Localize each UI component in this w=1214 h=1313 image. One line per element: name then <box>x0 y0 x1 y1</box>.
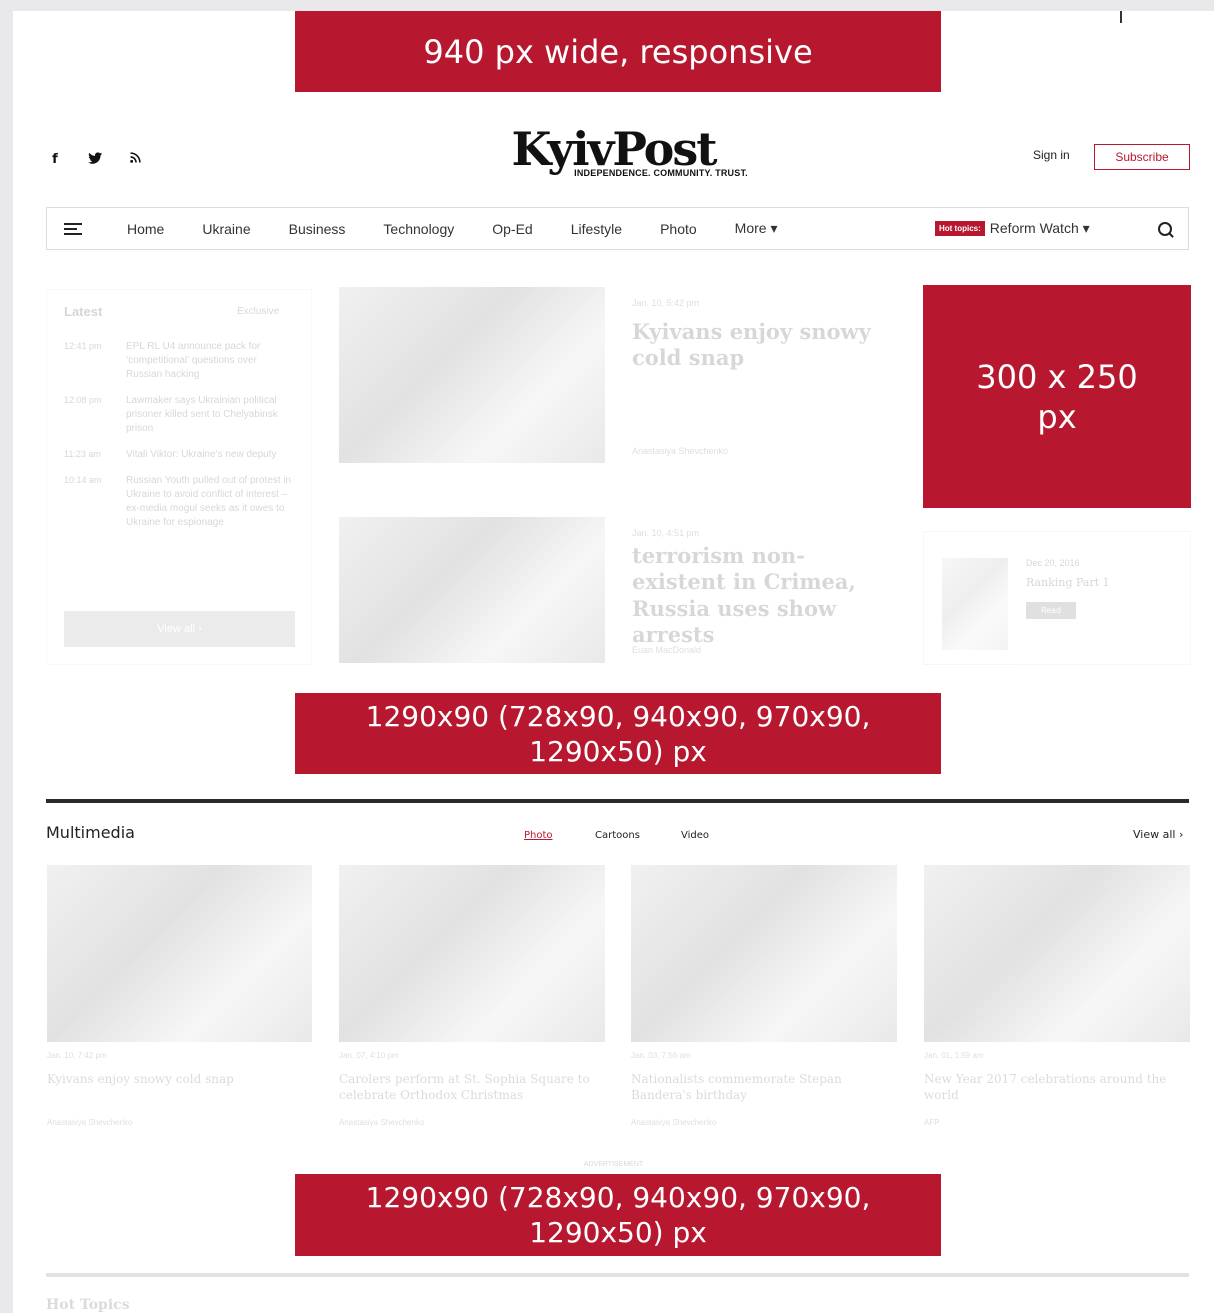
leaderboard-1-line-2: 1290x50) px <box>529 734 707 768</box>
promo-read-button[interactable]: Read <box>1026 602 1076 619</box>
leaderboard-2-line-2: 1290x50) px <box>529 1216 707 1249</box>
thumb-time: Jan. 07, 4:10 pm <box>339 1051 399 1060</box>
multimedia-thumbnail[interactable] <box>924 865 1190 1042</box>
article-credit: Euan MacDonald <box>632 645 702 655</box>
thumb-time: Jan. 01, 1:59 am <box>924 1051 984 1060</box>
hot-topics-value: Reform Watch ▾ <box>989 220 1090 236</box>
list-item[interactable]: 10:14 am Russian Youth pulled out of prot… <box>64 474 294 530</box>
latest-list: 12:41 pm EPL RL U4 announce pack for ‘com… <box>64 340 294 542</box>
list-item[interactable]: 12:41 pm EPL RL U4 announce pack for ‘com… <box>64 340 294 382</box>
thumb-credit: Anastasiya Shevchenko <box>47 1118 133 1127</box>
hot-topics-heading: Hot Topics <box>46 1297 130 1313</box>
leaderboard-ad-2[interactable]: 1290x90 (728x90, 940x90, 970x90, 1290x50… <box>295 1174 941 1256</box>
sign-in-link[interactable]: Sign in <box>1033 148 1070 162</box>
list-item[interactable]: 11:23 am Vitali Viktor: Ukraine's new dep… <box>64 448 294 462</box>
thumb-time: Jan. 03, 7:56 am <box>631 1051 691 1060</box>
multimedia-title: Multimedia <box>46 823 135 842</box>
article-time: Jan. 10, 4:51 pm <box>632 528 700 538</box>
main-nav: Home Ukraine Business Technology Op-Ed L… <box>46 207 1189 250</box>
page: 940 px wide, responsive f KyivPost INDEP… <box>13 11 1214 1313</box>
top-banner-text: 940 px wide, responsive <box>423 32 813 71</box>
promo-cover-image <box>942 558 1008 650</box>
nav-more[interactable]: More ▾ <box>735 220 778 237</box>
article-image[interactable] <box>339 517 605 663</box>
hot-topics-selector[interactable]: Hot topics: Reform Watch ▾ <box>935 220 1090 237</box>
thumb-time: Jan. 10, 7:42 pm <box>47 1051 107 1060</box>
section-divider <box>46 799 1189 803</box>
thumb-credit: Anastasiya Shevchenko <box>631 1118 717 1127</box>
nav-home[interactable]: Home <box>127 221 164 237</box>
search-icon[interactable] <box>1158 222 1172 236</box>
promo-time: Dec 20, 2016 <box>1026 558 1080 568</box>
exclusive-tab[interactable]: Exclusive <box>237 306 279 317</box>
leaderboard-2-line-1: 1290x90 (728x90, 940x90, 970x90, <box>365 1181 871 1214</box>
tab-cartoons[interactable]: Cartoons <box>595 830 640 841</box>
nav-business[interactable]: Business <box>289 221 346 237</box>
section-divider <box>46 1273 1189 1277</box>
thumb-caption[interactable]: Kyivans enjoy snowy cold snap <box>47 1071 312 1087</box>
side-promo[interactable]: Dec 20, 2016 Ranking Part 1 Read <box>923 531 1191 665</box>
tab-photo[interactable]: Photo <box>524 830 553 841</box>
promo-title: Ranking Part 1 <box>1026 576 1110 589</box>
nav-op-ed[interactable]: Op-Ed <box>492 221 532 237</box>
thumb-caption[interactable]: New Year 2017 celebrations around the wo… <box>924 1071 1190 1103</box>
multimedia-thumbnail[interactable] <box>47 865 312 1042</box>
top-banner-ad[interactable]: 940 px wide, responsive <box>295 11 941 92</box>
latest-view-all-button[interactable]: View all › <box>64 611 295 647</box>
side-rectangle-ad[interactable]: 300 x 250 px <box>923 285 1191 508</box>
multimedia-thumbnail[interactable] <box>339 865 605 1042</box>
subscribe-button[interactable]: Subscribe <box>1094 144 1190 170</box>
article-time: Jan. 10, 5:42 pm <box>632 298 700 308</box>
multimedia-view-all-link[interactable]: View all › <box>1133 828 1183 841</box>
tab-video[interactable]: Video <box>681 830 709 841</box>
thumb-caption[interactable]: Nationalists commemorate Stepan Bandera'… <box>631 1071 897 1103</box>
side-ad-line-1: 300 x 250 <box>976 357 1138 396</box>
nav-ukraine[interactable]: Ukraine <box>202 221 250 237</box>
list-item[interactable]: 12:08 pm Lawmaker says Ukrainian politica… <box>64 394 294 436</box>
thumb-credit: AFP <box>924 1118 940 1127</box>
logo-tagline: INDEPENDENCE. COMMUNITY. TRUST. <box>574 168 748 178</box>
thumb-credit: Anastasiya Shevchenko <box>339 1118 425 1127</box>
leaderboard-1-line-1: 1290x90 (728x90, 940x90, 970x90, <box>365 699 871 733</box>
hot-topics-badge: Hot topics: <box>935 221 985 236</box>
side-ad-line-2: px <box>1037 397 1077 436</box>
article-credit: Anastasiya Shevchenko <box>632 446 729 456</box>
article-image[interactable] <box>339 287 605 463</box>
nav-lifestyle[interactable]: Lifestyle <box>571 221 622 237</box>
article-title[interactable]: Kyivans enjoy snowy cold snap <box>632 319 882 372</box>
multimedia-thumbnail[interactable] <box>631 865 897 1042</box>
nav-technology[interactable]: Technology <box>383 221 454 237</box>
corner-decoration <box>1120 11 1134 23</box>
menu-icon[interactable] <box>64 220 82 238</box>
latest-news-panel: Latest Exclusive 12:41 pm EPL RL U4 annou… <box>46 289 312 665</box>
advertisement-label: ADVERTISEMENT <box>583 1161 644 1168</box>
latest-title: Latest <box>64 304 103 319</box>
article-title[interactable]: terrorism non-existent in Crimea, Russia… <box>632 543 897 648</box>
thumb-caption[interactable]: Carolers perform at St. Sophia Square to… <box>339 1071 605 1103</box>
leaderboard-ad-1[interactable]: 1290x90 (728x90, 940x90, 970x90, 1290x50… <box>295 693 941 774</box>
nav-photo[interactable]: Photo <box>660 221 697 237</box>
